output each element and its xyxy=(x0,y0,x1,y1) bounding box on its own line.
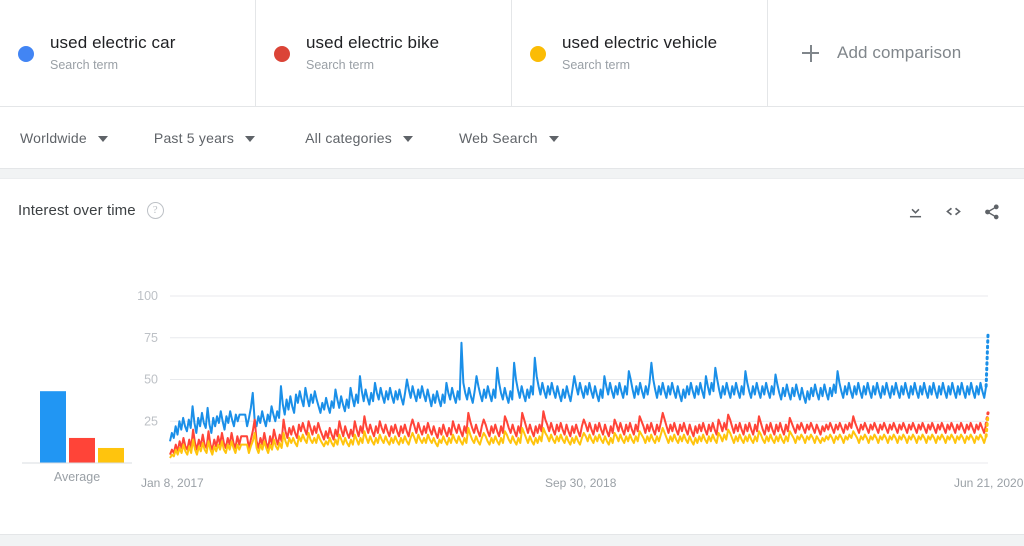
search-term-chip-2[interactable]: used electric vehicle Search term xyxy=(512,0,768,106)
interest-over-time-card: Interest over time ? xyxy=(0,178,1024,535)
filter-category[interactable]: All categories xyxy=(305,107,413,169)
search-term-type: Search term xyxy=(50,56,175,74)
series-partial-segment xyxy=(986,415,988,437)
search-term-label: used electric vehicle xyxy=(562,32,717,54)
share-icon[interactable] xyxy=(974,196,1008,226)
y-axis-tick-label: 100 xyxy=(137,289,158,303)
search-term-label: used electric bike xyxy=(306,32,439,54)
filter-time-range-label: Past 5 years xyxy=(154,130,234,146)
google-trends-page: used electric car Search term used elect… xyxy=(0,0,1024,546)
x-axis-tick-label: Jan 8, 2017 xyxy=(141,476,204,490)
y-axis-tick-label: 25 xyxy=(144,414,158,428)
card-header: Interest over time ? xyxy=(0,179,1024,241)
section-gap xyxy=(0,169,1024,178)
average-bar xyxy=(69,438,95,463)
chart-plot-area: 25 50 75 100 Jan 8, 2017 Sep 30, 2018 Jun 21,… xyxy=(0,241,1024,536)
average-bar xyxy=(40,391,66,463)
series-color-dot-blue xyxy=(18,46,34,62)
filter-search-type-label: Web Search xyxy=(459,130,538,146)
search-terms-header: used electric car Search term used elect… xyxy=(0,0,1024,107)
x-axis-tick-label: Sep 30, 2018 xyxy=(545,476,617,490)
chart-series-lines xyxy=(170,334,988,458)
average-label: Average xyxy=(54,470,100,484)
series-line xyxy=(170,411,986,454)
chart-y-axis-labels: 25 50 75 100 xyxy=(137,289,158,428)
card-title: Interest over time xyxy=(18,202,136,219)
chevron-down-icon xyxy=(549,136,559,142)
search-term-label: used electric car xyxy=(50,32,175,54)
filter-location-label: Worldwide xyxy=(20,130,87,146)
series-color-dot-red xyxy=(274,46,290,62)
chevron-down-icon xyxy=(245,136,255,142)
interest-over-time-chart[interactable]: 25 50 75 100 Jan 8, 2017 Sep 30, 2018 Jun 21,… xyxy=(0,241,1024,536)
y-axis-tick-label: 50 xyxy=(144,373,158,387)
average-bar xyxy=(98,448,124,463)
average-bar-chart: Average xyxy=(22,391,132,484)
add-comparison-label: Add comparison xyxy=(837,43,961,63)
help-icon[interactable]: ? xyxy=(147,202,164,219)
plus-icon xyxy=(802,45,819,62)
filter-time-range[interactable]: Past 5 years xyxy=(154,107,255,169)
series-partial-segment xyxy=(986,334,988,386)
download-icon[interactable] xyxy=(898,196,932,226)
series-color-dot-yellow xyxy=(530,46,546,62)
add-comparison-button[interactable]: Add comparison xyxy=(768,0,1024,106)
search-term-type: Search term xyxy=(562,56,717,74)
card-actions xyxy=(894,196,1008,226)
y-axis-tick-label: 75 xyxy=(144,331,158,345)
embed-icon[interactable] xyxy=(936,196,970,226)
search-term-chip-0[interactable]: used electric car Search term xyxy=(0,0,256,106)
search-term-chip-1[interactable]: used electric bike Search term xyxy=(256,0,512,106)
x-axis-tick-label: Jun 21, 2020 xyxy=(954,476,1024,490)
filter-location[interactable]: Worldwide xyxy=(20,107,108,169)
search-term-type: Search term xyxy=(306,56,439,74)
filter-bar: Worldwide Past 5 years All categories We… xyxy=(0,107,1024,169)
filter-category-label: All categories xyxy=(305,130,392,146)
chevron-down-icon xyxy=(98,136,108,142)
chart-x-axis-labels: Jan 8, 2017 Sep 30, 2018 Jun 21, 2020 xyxy=(141,476,1024,490)
filter-search-type[interactable]: Web Search xyxy=(459,107,559,169)
chevron-down-icon xyxy=(403,136,413,142)
